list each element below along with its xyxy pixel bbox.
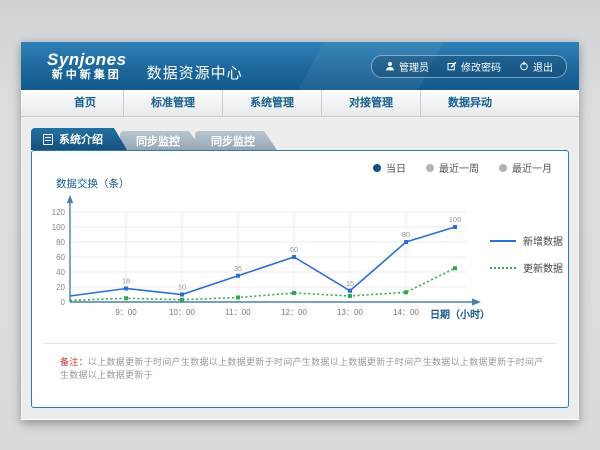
svg-text:9：00: 9：00 <box>115 308 137 317</box>
svg-text:日期（小时）: 日期（小时） <box>430 308 490 321</box>
legend-line-sample <box>490 267 516 269</box>
footnote-text: 以上数据更新于时间产生数据以上数据更新于时间产生数据以上数据更新于时间产生数据以… <box>60 357 544 380</box>
user-bar-item[interactable]: 修改密码 <box>438 59 510 74</box>
svg-text:20: 20 <box>56 283 65 292</box>
svg-text:120: 120 <box>52 208 66 217</box>
tab-label: 同步监控 <box>211 133 255 149</box>
legend-label: 新增数据 <box>523 233 563 248</box>
content-area: 系统介绍 同步监控 同步监控 当日 最近一周 最近一月 数据交换（条） 0 20 40 60 8… <box>21 117 579 419</box>
app-window: Synjones 新中新集团 数据资源中心 管理员修改密码退出 首页标准管理系统… <box>21 42 579 420</box>
power-icon <box>519 61 529 71</box>
svg-text:80: 80 <box>56 238 65 247</box>
radio-dot-icon <box>499 164 507 172</box>
svg-text:100: 100 <box>52 223 66 232</box>
svg-text:15: 15 <box>346 279 354 288</box>
user-bar-label: 修改密码 <box>461 59 501 74</box>
chart-legend: 新增数据更新数据 <box>490 233 563 287</box>
document-icon <box>43 134 53 145</box>
y-axis-title: 数据交换（条） <box>56 176 130 191</box>
radio-label: 最近一周 <box>439 160 479 175</box>
logo: Synjones 新中新集团 <box>47 51 127 82</box>
footnote-prefix: 备注： <box>60 357 88 367</box>
svg-text:60: 60 <box>56 253 65 262</box>
divider <box>44 343 556 344</box>
user-bar: 管理员 修改密码 退出 <box>371 55 567 78</box>
svg-text:100: 100 <box>449 215 462 224</box>
range-radio[interactable]: 最近一月 <box>499 160 552 175</box>
user-bar-item[interactable]: 退出 <box>510 59 562 74</box>
range-radio[interactable]: 最近一周 <box>426 160 479 175</box>
tab-inactive[interactable]: 同步监控 <box>195 131 277 150</box>
svg-text:80: 80 <box>402 230 410 239</box>
line-chart: 0 20 40 60 80 100 120 9：00 10：00 11：00 12：00 13：00 1… <box>40 193 510 341</box>
nav-item[interactable]: 首页 <box>47 90 123 116</box>
svg-text:11：00: 11：00 <box>225 308 251 317</box>
legend-item: 新增数据 <box>490 233 563 248</box>
page-title: 数据资源中心 <box>147 62 243 83</box>
legend-item: 更新数据 <box>490 260 563 275</box>
tab-bar: 系统介绍 同步监控 同步监控 <box>31 128 579 150</box>
app-header: Synjones 新中新集团 数据资源中心 管理员 修改密码 退出 <box>21 42 579 90</box>
nav-item[interactable]: 数据异动 <box>420 90 519 116</box>
radio-dot-icon <box>426 164 434 172</box>
svg-text:10：00: 10：00 <box>169 308 195 317</box>
user-bar-label: 退出 <box>533 59 553 74</box>
legend-label: 更新数据 <box>523 260 563 275</box>
time-range-radio-group: 当日 最近一周 最近一月 <box>373 160 552 175</box>
svg-text:18: 18 <box>122 277 130 286</box>
svg-text:40: 40 <box>56 268 65 277</box>
radio-label: 最近一月 <box>512 160 552 175</box>
user-bar-label: 管理员 <box>399 59 429 74</box>
user-icon <box>385 61 395 71</box>
radio-dot-icon <box>373 164 381 172</box>
svg-text:12：00: 12：00 <box>281 308 307 317</box>
logo-english: Synjones <box>47 51 127 70</box>
logo-chinese: 新中新集团 <box>47 69 127 81</box>
svg-text:10: 10 <box>178 283 186 292</box>
chart-panel: 当日 最近一周 最近一月 数据交换（条） 0 20 40 60 80 100 120 9：00 10… <box>31 150 569 408</box>
nav-item[interactable]: 对接管理 <box>321 90 420 116</box>
main-nav: 首页标准管理系统管理对接管理数据异动 <box>21 90 579 117</box>
tab-label: 系统介绍 <box>59 131 103 147</box>
svg-text:35: 35 <box>234 264 242 273</box>
svg-text:0: 0 <box>61 298 66 307</box>
nav-item[interactable]: 标准管理 <box>123 90 222 116</box>
nav-item[interactable]: 系统管理 <box>222 90 321 116</box>
svg-text:60: 60 <box>290 245 298 254</box>
svg-text:13：00: 13：00 <box>337 308 363 317</box>
radio-label: 当日 <box>386 160 406 175</box>
range-radio[interactable]: 当日 <box>373 160 406 175</box>
legend-line-sample <box>490 240 516 242</box>
tab-active[interactable]: 系统介绍 <box>31 128 127 150</box>
tab-inactive[interactable]: 同步监控 <box>120 131 202 150</box>
user-bar-item[interactable]: 管理员 <box>376 59 438 74</box>
footnote: 备注：以上数据更新于时间产生数据以上数据更新于时间产生数据以上数据更新于时间产生… <box>60 356 550 382</box>
tab-label: 同步监控 <box>136 133 180 149</box>
edit-icon <box>447 61 457 71</box>
svg-text:14：00: 14：00 <box>393 308 419 317</box>
